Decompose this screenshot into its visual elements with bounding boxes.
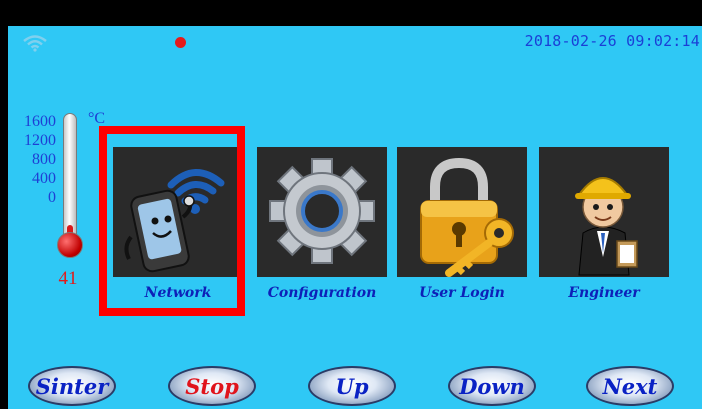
temperature-value: 41 — [58, 268, 78, 289]
scale-tick: 1600 — [24, 113, 56, 130]
padlock-key-icon — [420, 157, 514, 277]
hmi-screen: 2018-02-26 09:02:14 1600 1200 800 400 0 … — [8, 26, 702, 409]
user-login-tile[interactable] — [397, 147, 527, 277]
stop-button[interactable]: Stop — [168, 366, 256, 406]
user-login-label[interactable]: User Login — [392, 285, 532, 301]
thermometer-tube — [63, 113, 77, 243]
next-button[interactable]: Next — [586, 366, 674, 406]
scale-tick: 400 — [32, 170, 56, 187]
network-tile[interactable] — [113, 147, 243, 277]
down-button[interactable]: Down — [448, 366, 536, 406]
phone-wifi-icon — [124, 169, 225, 273]
wifi-icon — [23, 35, 47, 52]
engineer-tile[interactable] — [539, 147, 669, 277]
temperature-unit: °C — [88, 110, 106, 127]
configuration-label[interactable]: Configuration — [252, 285, 392, 301]
scale-tick: 0 — [48, 189, 56, 206]
network-label[interactable]: Network — [108, 285, 248, 301]
engineer-label[interactable]: Engineer — [534, 285, 674, 301]
sinter-button[interactable]: Sinter — [28, 366, 116, 406]
configuration-tile[interactable] — [257, 147, 387, 277]
record-indicator — [175, 37, 186, 48]
datetime-display: 2018-02-26 09:02:14 — [524, 32, 700, 50]
status-bar: 2018-02-26 09:02:14 — [8, 26, 702, 66]
engineer-icon — [575, 177, 638, 276]
thermometer-bulb — [57, 232, 83, 258]
thermometer-widget: 1600 1200 800 400 0 °C 41 — [8, 110, 118, 300]
scale-tick: 1200 — [24, 132, 56, 149]
up-button[interactable]: Up — [308, 366, 396, 406]
gear-icon — [269, 158, 375, 264]
scale-tick: 800 — [32, 151, 56, 168]
thermometer-scale: 1600 1200 800 400 0 — [10, 112, 56, 207]
